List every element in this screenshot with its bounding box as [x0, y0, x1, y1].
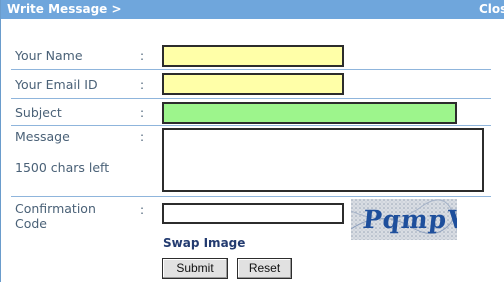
captcha-image: PqmpV — [351, 199, 457, 240]
email-label: Your Email ID — [15, 77, 98, 92]
subject-input[interactable] — [162, 102, 457, 124]
submit-button[interactable]: Submit — [162, 258, 228, 279]
row-divider — [11, 69, 491, 70]
name-input[interactable] — [162, 45, 344, 67]
message-label: Message — [15, 129, 70, 144]
email-colon: : — [140, 78, 145, 92]
subject-label: Subject — [15, 105, 62, 120]
chars-left-counter: 1500 chars left — [15, 160, 110, 175]
confirmation-code-label: Confirmation Code — [15, 201, 96, 231]
message-textarea[interactable] — [162, 128, 484, 192]
swap-image-link[interactable]: Swap Image — [163, 236, 245, 250]
confirmation-code-input[interactable] — [162, 203, 344, 224]
row-divider — [11, 196, 491, 197]
confirmation-colon: : — [140, 203, 145, 217]
subject-colon: : — [140, 106, 145, 120]
close-link[interactable]: Close — [479, 2, 504, 16]
write-message-panel: Write Message > Close Your Name : Your E… — [0, 0, 504, 282]
captcha-text: PqmpV — [361, 205, 457, 234]
name-colon: : — [140, 49, 145, 63]
row-divider — [11, 98, 491, 99]
reset-button[interactable]: Reset — [237, 258, 292, 279]
email-input[interactable] — [162, 73, 344, 95]
message-colon: : — [140, 130, 145, 144]
panel-title: Write Message > — [7, 2, 122, 16]
row-divider — [11, 125, 491, 126]
name-label: Your Name — [15, 48, 83, 63]
title-bar: Write Message > Close — [1, 0, 504, 19]
